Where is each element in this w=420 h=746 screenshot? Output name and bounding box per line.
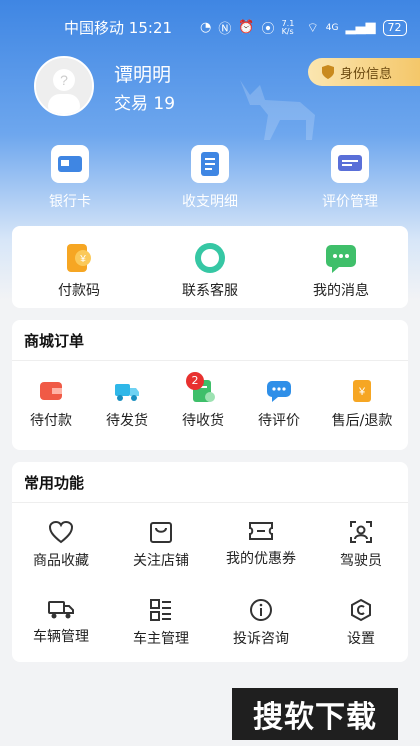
- message-icon: [326, 245, 356, 273]
- nfc-icon: Ⓝ: [218, 22, 232, 37]
- bank-card-button[interactable]: 银行卡: [20, 145, 120, 211]
- driver-button[interactable]: 驾驶员: [316, 520, 406, 570]
- default-avatar-icon: ?: [36, 58, 92, 114]
- order-pending-review[interactable]: 待评价: [234, 378, 324, 430]
- svg-text:¥: ¥: [79, 254, 86, 265]
- trade-count: 交易 19: [114, 94, 176, 114]
- site-watermark: 搜软下载: [232, 688, 398, 740]
- shield-icon: [322, 65, 334, 79]
- receipt-badge: 2: [186, 372, 204, 390]
- coupon-icon: [249, 522, 273, 540]
- quick-actions-card: ¥ 付款码 联系客服 我的消息: [12, 226, 408, 308]
- status-bar: 中国移动 15:21 ◔ Ⓝ ⏰ ⦿ 7.1 K/s ⌔ 4G ▂▄▆ 72: [0, 16, 420, 40]
- shop-bag-icon: [150, 522, 172, 543]
- vehicle-manage-button[interactable]: 车辆管理: [16, 598, 106, 646]
- refund-icon: ¥: [353, 380, 371, 402]
- message-button[interactable]: 我的消息: [296, 242, 386, 300]
- pay-code-icon: ¥: [67, 244, 91, 272]
- common-functions-card: 常用功能 商品收藏 关注店铺 我的优惠券 驾驶员 车辆管理 车主管理 投诉咨询 …: [12, 462, 408, 662]
- net-speed: 7.1 K/s: [281, 18, 295, 36]
- order-after-sale[interactable]: ¥ 售后/退款: [317, 378, 407, 430]
- bank-card-icon: [58, 156, 82, 172]
- followed-shops-button[interactable]: 关注店铺: [116, 520, 206, 570]
- battery-icon: 72: [382, 19, 407, 36]
- heart-icon: [48, 520, 74, 544]
- pay-code-button[interactable]: ¥ 付款码: [34, 242, 124, 300]
- customer-service-icon: [195, 243, 225, 273]
- identity-info-button[interactable]: 身份信息: [308, 58, 420, 86]
- vehicle-icon: [48, 601, 74, 619]
- favorite-goods-button[interactable]: 商品收藏: [16, 520, 106, 570]
- status-carrier: 中国移动 15:21: [64, 19, 173, 37]
- settings-button[interactable]: 设置: [316, 598, 406, 648]
- mall-orders-card: 商城订单 待付款 待发货 2 待收货 待评价 ¥ 售后/退款: [12, 320, 408, 450]
- settings-icon: [351, 598, 371, 622]
- customer-service-button[interactable]: 联系客服: [165, 242, 255, 300]
- truck-icon: [115, 384, 139, 401]
- speed-icon: ◔: [200, 20, 212, 35]
- bill-detail-icon: [201, 152, 219, 176]
- location-icon: ⦿: [261, 22, 275, 37]
- alarm-icon: ⏰: [238, 20, 255, 35]
- common-functions-title: 常用功能: [24, 474, 85, 492]
- signal-label: 4G: [325, 22, 339, 33]
- svg-text:¥: ¥: [358, 386, 366, 398]
- avatar[interactable]: ?: [34, 56, 94, 116]
- info-icon: [250, 599, 272, 621]
- owner-manage-button[interactable]: 车主管理: [116, 598, 206, 648]
- list-grid-icon: [150, 599, 171, 621]
- complaint-button[interactable]: 投诉咨询: [216, 598, 306, 648]
- driver-icon: [350, 521, 372, 543]
- comment-icon: [267, 381, 291, 402]
- svg-text:?: ?: [60, 72, 68, 88]
- review-icon: [338, 155, 362, 171]
- divider: [12, 360, 408, 361]
- divider: [12, 502, 408, 503]
- wallet-icon: [40, 382, 62, 400]
- wifi-icon: ⌔: [306, 20, 319, 36]
- signal-icon: ▂▄▆: [345, 20, 376, 35]
- user-name: 谭明明: [114, 64, 172, 86]
- review-manage-button[interactable]: 评价管理: [300, 145, 400, 211]
- mall-orders-title: 商城订单: [24, 332, 85, 350]
- bill-detail-button[interactable]: 收支明细: [160, 145, 260, 211]
- my-coupons-button[interactable]: 我的优惠券: [216, 520, 306, 568]
